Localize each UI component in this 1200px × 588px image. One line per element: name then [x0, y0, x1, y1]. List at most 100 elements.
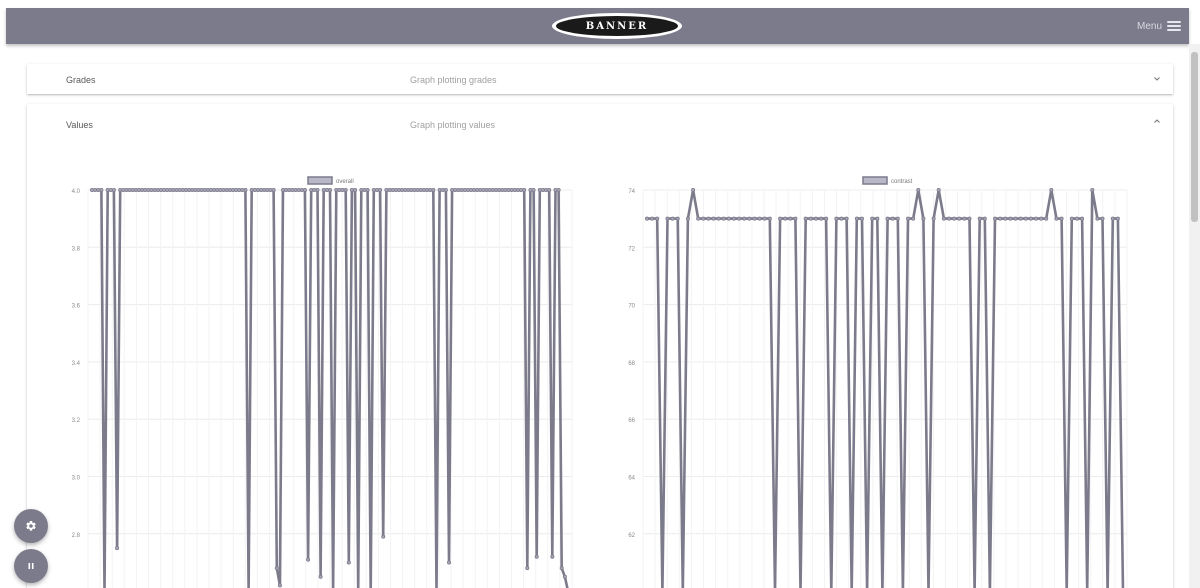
data-point[interactable]: [274, 566, 279, 571]
data-point[interactable]: [202, 187, 207, 192]
data-point[interactable]: [418, 187, 423, 192]
data-point[interactable]: [252, 187, 257, 192]
data-point[interactable]: [537, 187, 542, 192]
data-point[interactable]: [353, 187, 358, 192]
data-point[interactable]: [977, 216, 982, 221]
data-point[interactable]: [644, 216, 649, 221]
data-point[interactable]: [834, 216, 839, 221]
data-point[interactable]: [468, 187, 473, 192]
data-point[interactable]: [1039, 216, 1044, 221]
data-point[interactable]: [415, 187, 420, 192]
data-point[interactable]: [515, 187, 520, 192]
data-point[interactable]: [783, 216, 788, 221]
data-point[interactable]: [478, 187, 483, 192]
data-point[interactable]: [993, 216, 998, 221]
data-point[interactable]: [340, 187, 345, 192]
data-point[interactable]: [287, 187, 292, 192]
data-point[interactable]: [199, 187, 204, 192]
data-point[interactable]: [446, 560, 451, 565]
data-point[interactable]: [493, 187, 498, 192]
data-point[interactable]: [124, 187, 129, 192]
data-point[interactable]: [655, 216, 660, 221]
data-point[interactable]: [212, 187, 217, 192]
data-point[interactable]: [824, 216, 829, 221]
data-point[interactable]: [187, 187, 192, 192]
settings-button[interactable]: [14, 509, 48, 543]
data-point[interactable]: [793, 216, 798, 221]
data-point[interactable]: [183, 187, 188, 192]
data-point[interactable]: [685, 216, 690, 221]
data-point[interactable]: [1008, 216, 1013, 221]
data-point[interactable]: [946, 216, 951, 221]
data-point[interactable]: [859, 216, 864, 221]
data-point[interactable]: [140, 187, 145, 192]
data-point[interactable]: [343, 187, 348, 192]
data-point[interactable]: [711, 216, 716, 221]
data-point[interactable]: [890, 216, 895, 221]
data-point[interactable]: [196, 187, 201, 192]
data-point[interactable]: [265, 187, 270, 192]
data-point[interactable]: [315, 187, 320, 192]
data-point[interactable]: [559, 566, 564, 571]
data-point[interactable]: [130, 187, 135, 192]
data-point[interactable]: [1023, 216, 1028, 221]
data-point[interactable]: [854, 216, 859, 221]
data-point[interactable]: [299, 187, 304, 192]
data-point[interactable]: [243, 187, 248, 192]
data-point[interactable]: [1100, 216, 1105, 221]
data-point[interactable]: [752, 216, 757, 221]
data-point[interactable]: [121, 187, 126, 192]
data-point[interactable]: [208, 187, 213, 192]
data-point[interactable]: [443, 187, 448, 192]
data-point[interactable]: [952, 216, 957, 221]
data-point[interactable]: [365, 187, 370, 192]
data-point[interactable]: [371, 187, 376, 192]
data-point[interactable]: [284, 187, 289, 192]
data-point[interactable]: [503, 187, 508, 192]
data-point[interactable]: [550, 554, 555, 559]
data-point[interactable]: [819, 216, 824, 221]
data-point[interactable]: [193, 187, 198, 192]
data-point[interactable]: [696, 216, 701, 221]
data-point[interactable]: [327, 187, 332, 192]
data-point[interactable]: [259, 187, 264, 192]
data-point[interactable]: [230, 187, 235, 192]
data-point[interactable]: [906, 216, 911, 221]
data-point[interactable]: [1018, 216, 1023, 221]
data-point[interactable]: [111, 187, 116, 192]
data-point[interactable]: [726, 216, 731, 221]
legend-swatch[interactable]: [862, 176, 888, 185]
data-point[interactable]: [721, 216, 726, 221]
data-point[interactable]: [359, 187, 364, 192]
data-point[interactable]: [500, 187, 505, 192]
data-point[interactable]: [732, 216, 737, 221]
data-point[interactable]: [839, 216, 844, 221]
data-point[interactable]: [1069, 216, 1074, 221]
data-point[interactable]: [152, 187, 157, 192]
data-point[interactable]: [143, 187, 148, 192]
data-point[interactable]: [509, 187, 514, 192]
data-point[interactable]: [431, 187, 436, 192]
data-point[interactable]: [93, 187, 98, 192]
data-point[interactable]: [115, 546, 120, 551]
data-point[interactable]: [309, 187, 314, 192]
data-point[interactable]: [409, 187, 414, 192]
data-point[interactable]: [412, 187, 417, 192]
data-point[interactable]: [400, 187, 405, 192]
data-point[interactable]: [1074, 216, 1079, 221]
data-point[interactable]: [706, 216, 711, 221]
data-point[interactable]: [982, 216, 987, 221]
data-point[interactable]: [936, 187, 941, 192]
data-point[interactable]: [844, 216, 849, 221]
data-point[interactable]: [747, 216, 752, 221]
data-point[interactable]: [324, 187, 329, 192]
data-point[interactable]: [497, 187, 502, 192]
data-point[interactable]: [456, 187, 461, 192]
data-point[interactable]: [1044, 216, 1049, 221]
data-point[interactable]: [916, 187, 921, 192]
data-point[interactable]: [650, 216, 655, 221]
data-point[interactable]: [490, 187, 495, 192]
data-point[interactable]: [180, 187, 185, 192]
legend-swatch[interactable]: [307, 176, 333, 185]
data-point[interactable]: [475, 187, 480, 192]
